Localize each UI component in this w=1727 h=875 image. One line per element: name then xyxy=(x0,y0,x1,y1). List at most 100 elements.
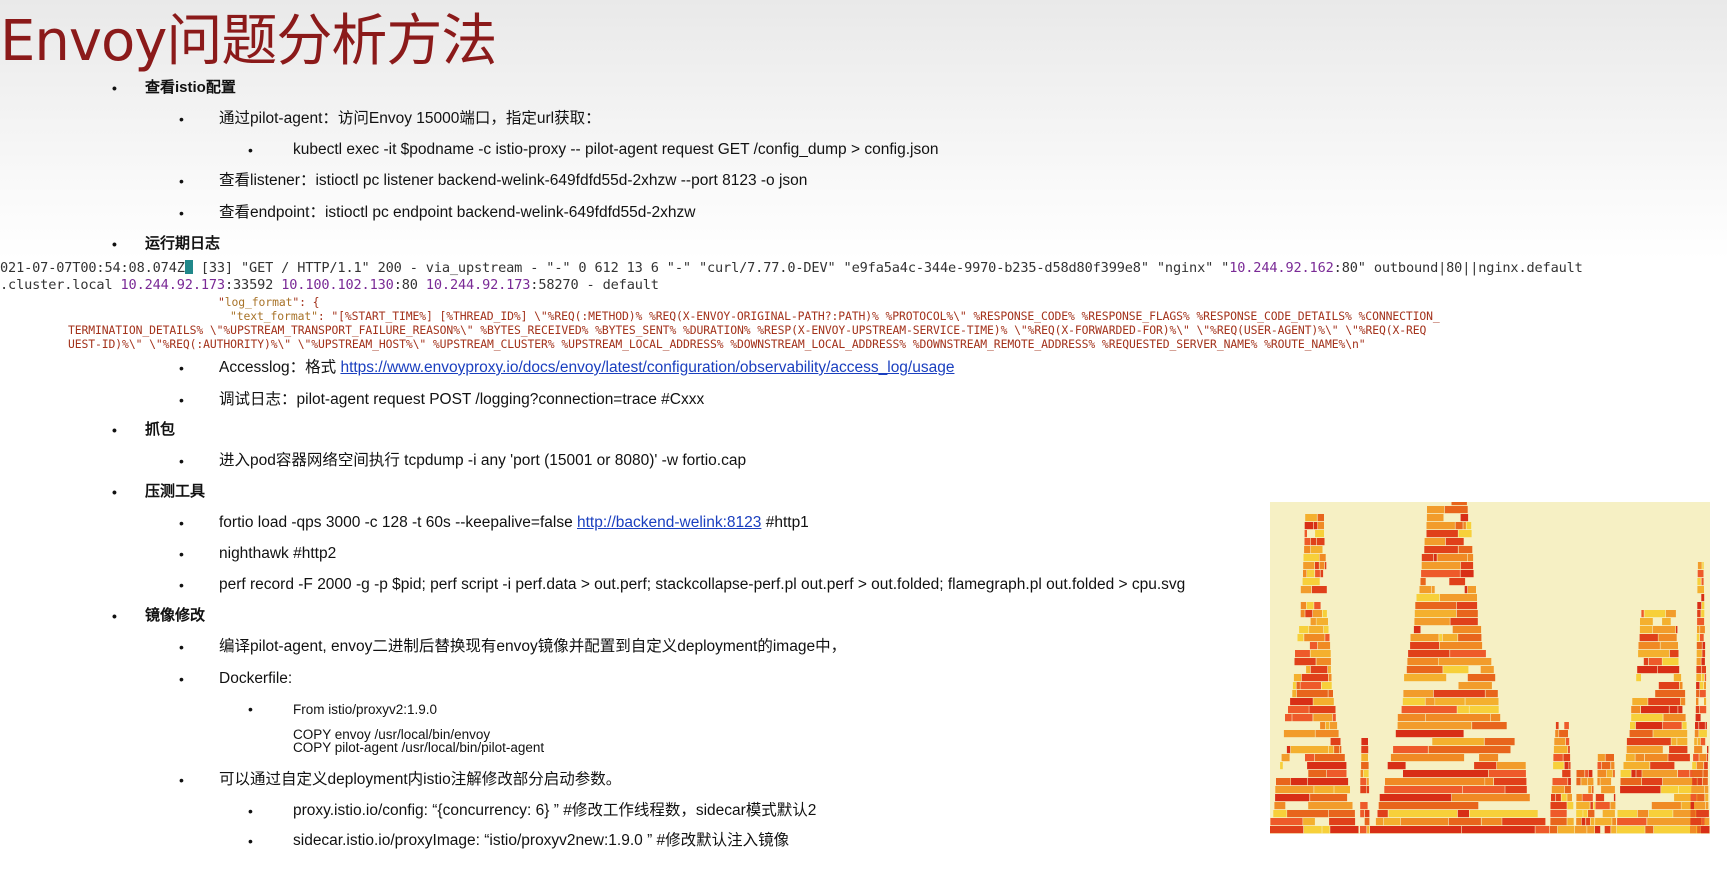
flame-frame xyxy=(1564,762,1569,770)
flame-frame xyxy=(1403,770,1488,778)
flame-frame xyxy=(1388,810,1458,818)
flame-frame xyxy=(1300,682,1321,690)
flame-frame xyxy=(1448,818,1481,826)
flame-frame xyxy=(1595,794,1605,802)
flame-frame xyxy=(1669,650,1679,658)
flame-frame xyxy=(1587,826,1595,834)
flame-frame xyxy=(1692,778,1697,786)
flame-frame xyxy=(1635,722,1663,730)
bullet-text: 进入pod容器网络空间执行 tcpdump -i any 'port (1500… xyxy=(219,452,747,469)
hyperlink[interactable]: http://backend-welink:8123 xyxy=(577,514,761,531)
bullet-text: 可以通过自定义deployment内istio注解修改部分启动参数。 xyxy=(219,771,622,788)
flame-frame xyxy=(1635,754,1645,762)
flame-frame xyxy=(1553,754,1563,762)
flame-frame xyxy=(1304,530,1307,538)
log-text: :33592 xyxy=(224,277,282,293)
flame-frame xyxy=(1395,730,1464,738)
flame-frame xyxy=(1550,810,1567,818)
flame-frame xyxy=(1387,762,1406,770)
flame-frame xyxy=(1334,786,1350,794)
flame-frame xyxy=(1668,754,1690,762)
flame-frame xyxy=(1671,738,1677,746)
flame-frame xyxy=(1304,538,1311,546)
flame-frame xyxy=(1334,746,1340,754)
log-format-line-3: UEST-ID)%\" \"%REQ(:AUTHORITY)%\" \"%UPS… xyxy=(68,337,1366,351)
flame-frame xyxy=(1320,722,1326,730)
flame-frame xyxy=(1691,786,1705,794)
log-ip: 10.244.92.173 xyxy=(120,277,226,293)
bullet-item: • From istio/proxyv2:1.9.0 xyxy=(248,702,437,718)
flame-frame xyxy=(1319,554,1326,562)
flame-frame xyxy=(1458,530,1472,538)
flame-frame xyxy=(1294,658,1316,666)
flame-frame xyxy=(1421,570,1460,578)
flame-frame xyxy=(1449,578,1466,586)
flame-frame xyxy=(1694,738,1697,746)
flame-frame xyxy=(1458,682,1492,690)
flame-frame xyxy=(1317,642,1331,650)
flame-frame xyxy=(1568,746,1570,754)
hyperlink[interactable]: https://www.envoyproxy.io/docs/envoy/lat… xyxy=(340,359,954,376)
flame-frame xyxy=(1410,642,1439,650)
bullet-text: 通过pilot-agent：访问Envoy 15000端口，指定url获取： xyxy=(219,110,601,127)
flame-frame xyxy=(1638,642,1660,650)
bullet-dot-icon: • xyxy=(179,671,184,687)
flame-frame xyxy=(1366,778,1369,786)
flame-graph-image xyxy=(1270,502,1710,834)
flame-frame xyxy=(1605,754,1614,762)
flame-frame xyxy=(1281,754,1290,762)
flame-frame xyxy=(1329,722,1338,730)
flame-frame xyxy=(1310,666,1328,674)
flame-frame xyxy=(1550,802,1567,810)
flame-frame xyxy=(1562,770,1571,778)
flame-frame xyxy=(1462,786,1505,794)
flame-frame xyxy=(1296,690,1328,698)
flame-frame xyxy=(1639,634,1658,642)
access-log-line-1: 021-07-07T00:54:08.074Z [33] "GET / HTTP… xyxy=(0,260,1583,276)
flame-frame xyxy=(1316,658,1331,666)
flame-frame xyxy=(1439,642,1483,650)
flame-frame xyxy=(1307,762,1347,770)
flame-frame xyxy=(1455,522,1463,530)
flame-frame xyxy=(1697,586,1704,594)
flame-frame xyxy=(1617,826,1645,834)
cropped-log-line xyxy=(0,246,1260,252)
flame-frame xyxy=(1420,578,1426,586)
flame-frame xyxy=(1649,658,1662,666)
flame-frame xyxy=(1701,578,1704,586)
flame-frame xyxy=(1588,770,1593,778)
flame-frame xyxy=(1636,770,1642,778)
flame-frame xyxy=(1690,826,1697,834)
flame-frame xyxy=(1559,730,1568,738)
flame-frame xyxy=(1561,794,1567,802)
flame-frame xyxy=(1406,666,1443,674)
flame-frame xyxy=(1450,650,1486,658)
flame-frame xyxy=(1363,770,1369,778)
flame-frame xyxy=(1450,618,1478,626)
flame-frame xyxy=(1694,730,1699,738)
flame-frame xyxy=(1328,690,1333,698)
flame-frame xyxy=(1638,650,1670,658)
flame-frame xyxy=(1592,786,1594,794)
flame-frame xyxy=(1445,538,1464,546)
flame-frame xyxy=(1467,554,1474,562)
flame-frame xyxy=(1302,578,1320,586)
flame-frame xyxy=(1306,602,1314,610)
flame-frame xyxy=(1669,706,1678,714)
bullet-dot-icon: • xyxy=(179,453,184,469)
flame-frame xyxy=(1620,770,1631,778)
flame-frame xyxy=(1484,738,1515,746)
flame-frame xyxy=(1697,610,1701,618)
flame-frame xyxy=(1310,618,1316,626)
flame-frame xyxy=(1360,786,1367,794)
flame-frame xyxy=(1433,554,1437,562)
flame-frame xyxy=(1617,810,1638,818)
flame-frame xyxy=(1390,754,1465,762)
flame-frame xyxy=(1310,650,1331,658)
log-timestamp: 021-07-07T00:54:08.074Z xyxy=(0,260,185,276)
flame-frame xyxy=(1410,634,1439,642)
flame-frame xyxy=(1697,578,1701,586)
flame-frame xyxy=(1620,778,1642,786)
flame-frame xyxy=(1460,570,1474,578)
flame-frame xyxy=(1673,674,1682,682)
